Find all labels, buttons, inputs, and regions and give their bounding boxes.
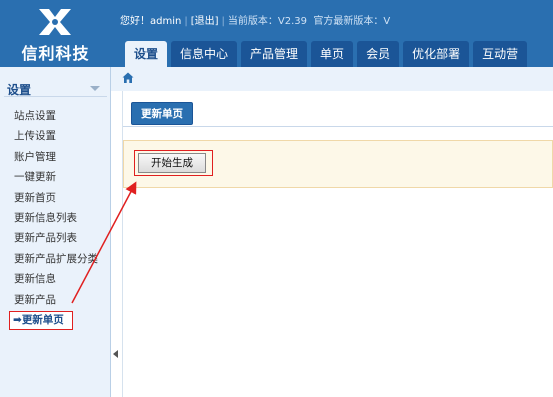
- sidebar-item-account-management[interactable]: 账户管理: [0, 147, 111, 167]
- tab-optimization[interactable]: 优化部署: [403, 41, 470, 67]
- sidebar-item-update-info[interactable]: 更新信息: [0, 269, 111, 289]
- tab-product-management[interactable]: 产品管理: [241, 41, 308, 67]
- sidebar-item-upload-settings[interactable]: 上传设置: [0, 126, 111, 146]
- sidebar-item-update-product-list[interactable]: 更新产品列表: [0, 228, 111, 248]
- sidebar-item-update-single-page[interactable]: ➡更新单页: [0, 310, 111, 330]
- sidebar: 设置 站点设置 上传设置 账户管理 一键更新 更新首页 更新信息列表 更新产品列…: [0, 67, 111, 397]
- triangle-down-icon[interactable]: [90, 86, 100, 91]
- sidebar-item-label: 更新单页: [21, 313, 64, 326]
- sidebar-item-update-homepage[interactable]: 更新首页: [0, 188, 111, 208]
- subtab-underline: [123, 126, 553, 127]
- brand-name: 信利科技: [21, 44, 90, 63]
- sidebar-item-site-settings[interactable]: 站点设置: [0, 106, 111, 126]
- main-nav-tabs: 设置 信息中心 产品管理 单页 会员 优化部署 互动营: [125, 41, 531, 67]
- current-version-label: 当前版本：: [227, 16, 278, 27]
- sidebar-item-update-product[interactable]: 更新产品: [0, 290, 111, 310]
- brand-logo[interactable]: 信利科技: [0, 0, 111, 67]
- logo-icon: [39, 9, 71, 35]
- start-generate-button[interactable]: 开始生成: [138, 153, 206, 173]
- user-info-bar: 您好！admin | [退出] | 当前版本：V2.39 官方最新版本：V: [120, 16, 391, 27]
- breadcrumb-bar: [111, 67, 553, 91]
- current-version: V2.39: [277, 16, 308, 27]
- logout-link[interactable]: [退出]: [191, 16, 219, 27]
- tab-members[interactable]: 会员: [357, 41, 400, 67]
- top-header: 信利科技 您好！admin | [退出] | 当前版本：V2.39 官方最新版本：V 设…: [0, 0, 553, 67]
- tab-settings[interactable]: 设置: [125, 41, 168, 67]
- home-icon[interactable]: [122, 72, 134, 84]
- sidebar-item-update-info-list[interactable]: 更新信息列表: [0, 208, 111, 228]
- latest-version: V: [383, 16, 391, 27]
- sidebar-collapse-icon[interactable]: [113, 350, 118, 358]
- greeting-text: 您好！: [120, 16, 150, 27]
- sidebar-menu: 站点设置 上传设置 账户管理 一键更新 更新首页 更新信息列表 更新产品列表 更…: [0, 106, 111, 330]
- sidebar-item-update-product-categories[interactable]: 更新产品扩展分类: [0, 249, 111, 269]
- username: admin: [150, 16, 182, 27]
- latest-version-label: 官方最新版本：: [313, 16, 384, 27]
- subtab-update-single-page[interactable]: 更新单页: [131, 102, 193, 125]
- sidebar-divider: [4, 96, 107, 97]
- tab-interaction[interactable]: 互动营: [473, 41, 528, 67]
- tab-single-page[interactable]: 单页: [311, 41, 354, 67]
- sidebar-item-one-click-update[interactable]: 一键更新: [0, 167, 111, 187]
- main-content: [122, 91, 553, 397]
- current-item-highlight: ➡更新单页: [9, 310, 73, 330]
- tab-info-center[interactable]: 信息中心: [171, 41, 238, 67]
- arrow-right-icon: ➡: [13, 313, 22, 326]
